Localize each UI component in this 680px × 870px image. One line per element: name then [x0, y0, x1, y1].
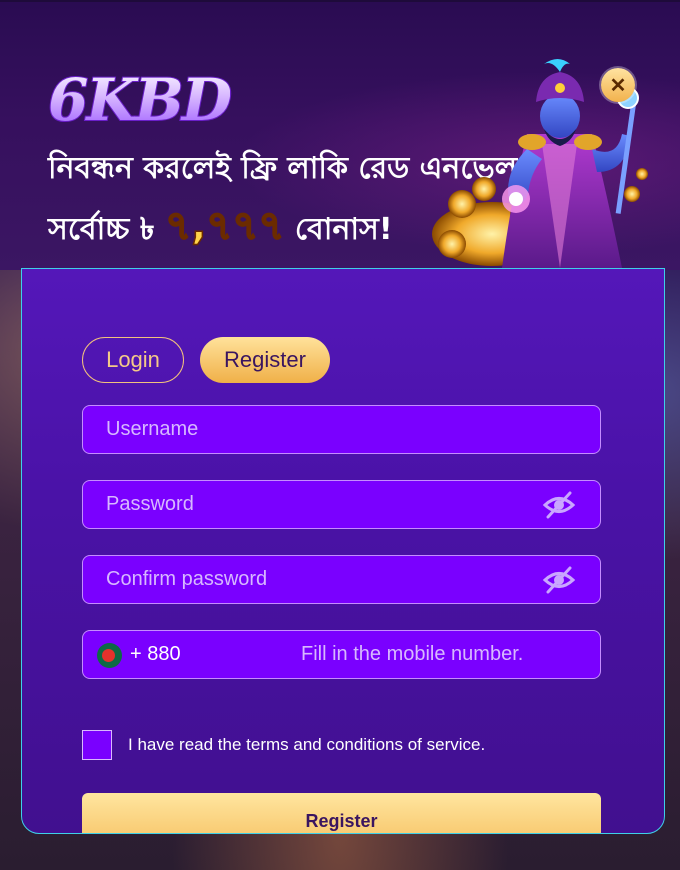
- register-button[interactable]: Register: [82, 793, 601, 833]
- close-button[interactable]: ✕: [601, 68, 635, 102]
- promo-bonus-prefix: সর্বোচ্চ ৳: [48, 212, 155, 247]
- username-input[interactable]: [83, 406, 600, 453]
- logo: 6KBD: [48, 66, 232, 134]
- terms-row: I have read the terms and conditions of …: [82, 730, 485, 760]
- password-input[interactable]: [83, 481, 600, 528]
- country-code[interactable]: + 880: [130, 643, 181, 666]
- auth-tabs: Login Register: [82, 337, 330, 383]
- promo-bonus-line: সর্বোচ্চ ৳ ৭,৭৭৭ বোনাস!: [48, 194, 393, 261]
- close-icon: ✕: [609, 74, 627, 97]
- register-panel: Login Register + 880 I have read the ter…: [21, 268, 665, 834]
- terms-checkbox[interactable]: [82, 730, 112, 760]
- bangladesh-flag-icon[interactable]: [97, 643, 122, 668]
- phone-input[interactable]: [278, 631, 664, 678]
- password-field[interactable]: [82, 480, 601, 529]
- username-field[interactable]: [82, 405, 601, 454]
- promo-banner: 6KBD 6KBD নিবন্ধন করলেই ফ্রি লাকি রেড এন…: [0, 2, 680, 270]
- eye-off-icon[interactable]: [542, 490, 576, 520]
- tab-register[interactable]: Register: [200, 337, 330, 383]
- eye-off-icon[interactable]: [542, 565, 576, 595]
- tab-login[interactable]: Login: [82, 337, 184, 383]
- flag-dot: [101, 649, 115, 662]
- terms-label: I have read the terms and conditions of …: [128, 735, 486, 754]
- confirm-password-input[interactable]: [83, 556, 600, 603]
- promo-bonus-amount: ৭,৭৭৭: [164, 202, 285, 250]
- confirm-password-field[interactable]: [82, 555, 601, 604]
- promo-bonus-suffix: বোনাস!: [294, 212, 393, 247]
- phone-field[interactable]: + 880: [82, 630, 664, 679]
